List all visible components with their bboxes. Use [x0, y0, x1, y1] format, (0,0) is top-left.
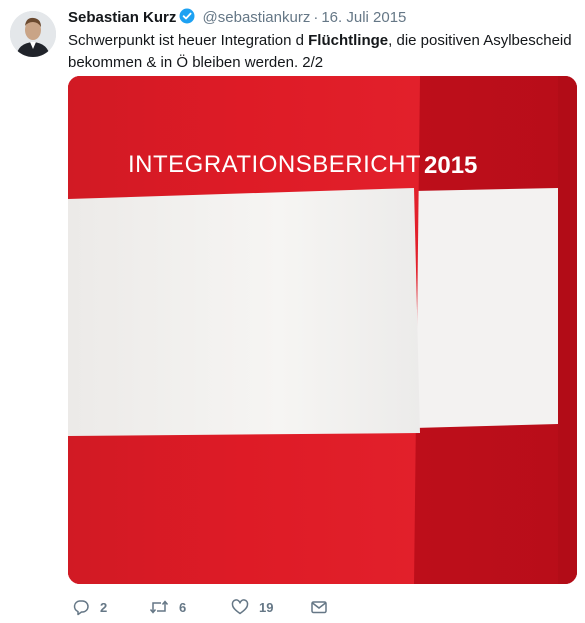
separator-dot: ·	[313, 9, 319, 26]
envelope-icon	[310, 598, 328, 616]
tweet-text-bold: Flüchtlinge	[308, 32, 389, 49]
verified-badge-icon	[179, 8, 195, 24]
reply-count: 2	[100, 599, 108, 615]
tweet-date[interactable]: 16. Juli 2015	[321, 9, 406, 26]
tweet-photo[interactable]: INTEGRATIONSBERICHT 2015	[68, 76, 577, 584]
like-count: 19	[259, 599, 274, 615]
retweet-count: 6	[179, 599, 187, 615]
tweet-header: Sebastian Kurz @sebastiankurz · 16. Juli 2…	[68, 8, 577, 28]
reply-button[interactable]: 2	[72, 596, 107, 618]
avatar-image	[10, 11, 56, 57]
retweet-icon	[149, 598, 169, 616]
tweet-text-part1: Schwerpunkt ist heuer Integration d	[68, 32, 309, 49]
author-handle[interactable]: @sebastiankurz	[203, 9, 311, 26]
author-name[interactable]: Sebastian Kurz	[68, 9, 176, 26]
reply-icon	[72, 598, 90, 616]
report-cover-photo: INTEGRATIONSBERICHT 2015	[68, 76, 577, 584]
tweet: Sebastian Kurz @sebastiankurz · 16. Juli 2…	[0, 0, 585, 623]
cover-title-text: INTEGRATIONSBERICHT	[128, 151, 421, 178]
heart-icon	[231, 598, 249, 616]
tweet-actions: 2 6 19	[72, 596, 372, 618]
like-button[interactable]: 19	[231, 596, 273, 618]
avatar[interactable]	[10, 11, 56, 57]
retweet-button[interactable]: 6	[149, 596, 186, 618]
tweet-text: Schwerpunkt ist heuer Integration d Flüc…	[68, 30, 578, 74]
cover-year-text: 2015	[424, 152, 477, 179]
direct-message-button[interactable]	[310, 596, 328, 618]
